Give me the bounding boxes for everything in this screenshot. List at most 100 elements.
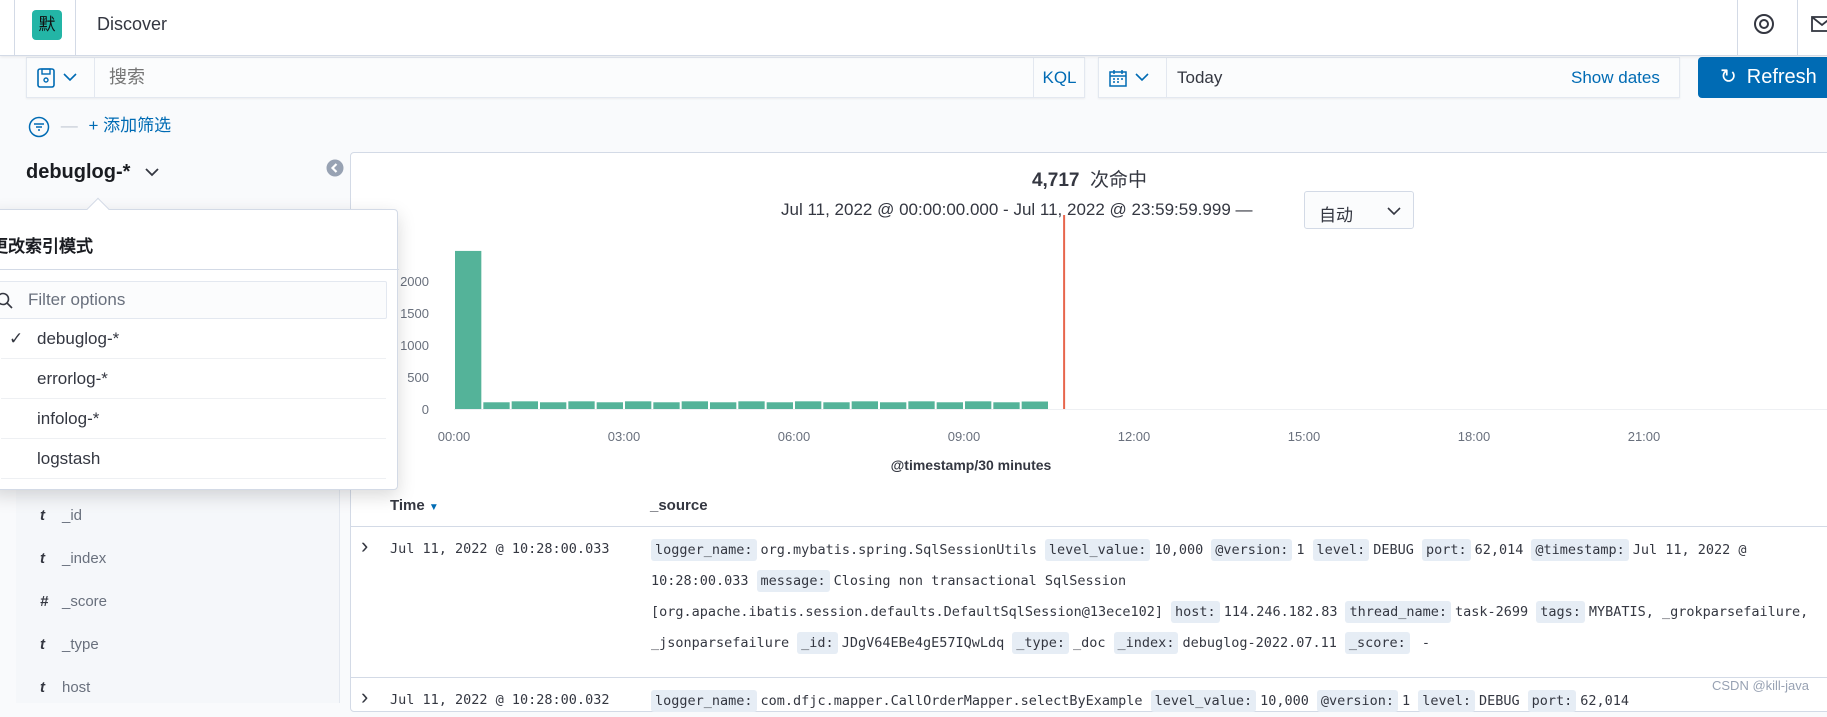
row-source: logger_name: org.mybatis.spring.SqlSessio…	[651, 535, 1821, 659]
field-item[interactable]: t host	[40, 679, 90, 696]
space-avatar[interactable]: 默	[32, 10, 62, 40]
y-tick-label: 0	[422, 402, 429, 417]
field-item[interactable]: # _score	[40, 593, 107, 610]
histogram-bar[interactable]	[710, 402, 737, 409]
index-pattern-option[interactable]: infolog-*	[1, 399, 386, 439]
x-tick-label: 18:00	[1458, 429, 1491, 444]
y-tick-label: 500	[407, 370, 429, 385]
kql-language-button[interactable]: KQL	[1033, 58, 1085, 97]
source-field-key: port:	[1527, 690, 1577, 712]
index-pattern-option[interactable]: logstash	[1, 439, 386, 479]
source-field-value: org.mybatis.spring.SqlSessionUtils	[760, 542, 1037, 558]
column-header-time[interactable]: Time ▼	[390, 497, 439, 514]
histogram-bar[interactable]	[455, 250, 482, 409]
index-pattern-switcher[interactable]: debuglog-*	[26, 161, 160, 184]
histogram-bar[interactable]	[795, 401, 822, 409]
histogram-bar[interactable]	[965, 401, 992, 409]
histogram-bar[interactable]	[483, 402, 510, 409]
source-field-key: level:	[1312, 539, 1370, 561]
collapse-sidebar-icon[interactable]	[326, 159, 344, 177]
sort-down-icon[interactable]: ▼	[429, 502, 439, 513]
field-type-icon: t	[40, 550, 45, 567]
search-icon	[0, 292, 13, 309]
option-label: logstash	[37, 449, 101, 468]
source-field-key: level_value:	[1150, 690, 1257, 712]
search-input[interactable]	[109, 58, 1009, 97]
histogram-bar[interactable]	[596, 402, 623, 409]
filter-bar: — + 添加筛选	[28, 111, 171, 138]
histogram-bar[interactable]	[681, 401, 708, 409]
field-item[interactable]: t _id	[40, 507, 82, 524]
option-label: debuglog-*	[37, 329, 120, 348]
source-field-value: JDgV64EBe4gE57IQwLdq	[841, 635, 1005, 651]
histogram-bar[interactable]	[1021, 401, 1048, 409]
source-field-key: tags:	[1536, 601, 1585, 623]
histogram-bar[interactable]	[738, 401, 765, 409]
chevron-down-icon	[145, 168, 159, 177]
mail-icon[interactable]	[1810, 12, 1827, 36]
field-item[interactable]: t _type	[40, 636, 99, 653]
x-tick-label: 09:00	[948, 429, 981, 444]
source-field-key: _type:	[1012, 632, 1070, 654]
field-type-icon: t	[40, 507, 45, 524]
histogram-bar[interactable]	[936, 402, 963, 409]
index-pattern-option[interactable]: errorlog-*	[1, 359, 386, 399]
refresh-button[interactable]: ↻ Refresh	[1698, 57, 1827, 98]
add-filter-link[interactable]: + 添加筛选	[88, 116, 171, 135]
source-field-value: DEBUG	[1478, 693, 1520, 709]
refresh-label: Refresh	[1746, 66, 1817, 88]
results-panel: 4,717 次命中 Jul 11, 2022 @ 00:00:00.000 - …	[350, 152, 1827, 712]
x-tick-label: 15:00	[1288, 429, 1321, 444]
histogram-bar[interactable]	[766, 402, 793, 409]
histogram-bar[interactable]	[625, 401, 652, 409]
popover-title: 更改索引模式	[0, 237, 93, 256]
source-field-key: _index:	[1113, 632, 1179, 654]
source-field-value: 10,000	[1154, 542, 1204, 558]
histogram-bar[interactable]	[908, 401, 935, 409]
source-field-key: logger_name:	[651, 539, 757, 561]
source-field-value: 10,000	[1260, 693, 1309, 709]
source-field-value: 62,014	[1474, 542, 1524, 558]
query-bar: KQL	[26, 57, 1085, 98]
source-field-key: thread_name:	[1345, 601, 1452, 623]
row-divider	[351, 677, 1827, 678]
field-item[interactable]: t _index	[40, 550, 106, 567]
filter-options-field[interactable]	[0, 281, 387, 319]
source-field-key: _score:	[1344, 632, 1410, 654]
source-field-key: level_value:	[1044, 539, 1151, 561]
saved-query-button[interactable]	[27, 58, 95, 97]
x-tick-label: 03:00	[608, 429, 641, 444]
source-field-key: host:	[1171, 601, 1220, 623]
histogram-bar[interactable]	[540, 402, 567, 409]
filter-options-input[interactable]	[28, 282, 249, 318]
quick-date-menu-button[interactable]	[1099, 58, 1167, 97]
expand-row-icon[interactable]: ›	[361, 533, 368, 559]
histogram-bar[interactable]	[653, 402, 680, 409]
show-dates-link[interactable]: Show dates	[1571, 68, 1660, 88]
histogram-bar[interactable]	[568, 401, 595, 409]
field-name: _id	[62, 507, 83, 524]
option-label: infolog-*	[37, 409, 100, 428]
source-field-value: com.dfjc.mapper.CallOrderMapper.selectBy…	[760, 693, 1143, 709]
source-field-value: debuglog-2022.07.11	[1182, 635, 1337, 651]
histogram-bar[interactable]	[880, 402, 907, 409]
histogram-bar[interactable]	[851, 401, 878, 409]
field-type-icon: t	[40, 636, 45, 653]
date-range-value[interactable]: Today	[1177, 68, 1222, 88]
row-time: Jul 11, 2022 @ 10:28:00.032	[390, 692, 610, 708]
source-field-key: level:	[1418, 690, 1475, 712]
check-icon: ✓	[9, 329, 24, 348]
histogram-bar[interactable]	[823, 402, 850, 409]
y-tick-label: 1000	[400, 338, 429, 353]
histogram-bar[interactable]	[993, 402, 1020, 409]
help-icon[interactable]	[1752, 12, 1776, 36]
x-tick-label: 06:00	[778, 429, 811, 444]
index-pattern-option[interactable]: ✓ debuglog-*	[1, 319, 386, 359]
source-field-key: logger_name:	[651, 690, 757, 712]
expand-row-icon[interactable]: ›	[361, 684, 368, 710]
histogram-bar[interactable]	[511, 401, 538, 409]
y-tick-label: 1500	[400, 306, 429, 321]
field-type-icon: t	[40, 679, 45, 696]
histogram-chart[interactable]: 0 500 1000 1500 2000 00:00 03:00 06:00 09:00 12:0…	[351, 153, 1827, 453]
filter-icon[interactable]	[28, 116, 50, 138]
